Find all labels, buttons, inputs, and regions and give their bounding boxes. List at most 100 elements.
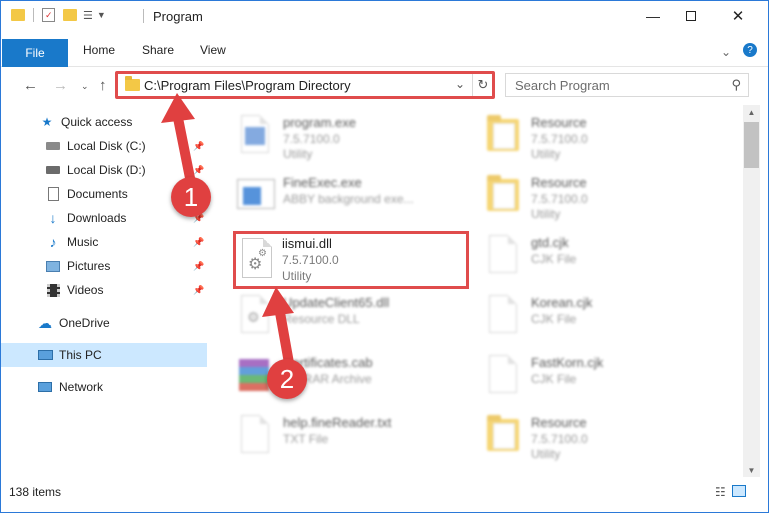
sidebar-item-label: Downloads	[67, 211, 127, 225]
sidebar-item-label: Local Disk (C:)	[67, 139, 146, 153]
documents-icon	[45, 186, 61, 202]
up-button[interactable]: ↑	[99, 77, 107, 94]
list-item[interactable]: Resource 7.5.7100.0 Utility	[483, 409, 723, 465]
file-type: CJK File	[531, 372, 577, 386]
sidebar-item-local-disk-d[interactable]: Local Disk (D:) 📌	[1, 158, 207, 182]
network-icon	[37, 379, 53, 395]
sidebar-item-videos[interactable]: Videos 📌	[1, 278, 207, 302]
quick-access-toolbar: ✓ ☰ ▼	[11, 8, 106, 22]
file-type: Utility	[531, 207, 561, 221]
explorer-window: ✓ ☰ ▼ Program — ✕ File Home Share View ⌄…	[0, 0, 769, 513]
pin-icon: 📌	[193, 164, 205, 175]
sidebar-item-label: Pictures	[67, 259, 111, 273]
highlighted-file-iismui[interactable]: ⚙ ⚙ iismui.dll 7.5.7100.0 Utility	[233, 231, 469, 289]
list-item[interactable]: FineExec.exe ABBY background exe...	[235, 169, 475, 225]
large-icons-view-icon[interactable]	[731, 485, 746, 497]
file-version: 7.5.7100.0	[283, 132, 340, 146]
sidebar-item-label: Local Disk (D:)	[67, 163, 146, 177]
properties-icon[interactable]: ✓	[42, 8, 55, 22]
file-version: 7.5.7100.0	[531, 132, 588, 146]
exe-file-icon	[235, 173, 275, 217]
sidebar-item-onedrive[interactable]: ☁ OneDrive	[1, 311, 207, 335]
maximize-icon	[686, 11, 696, 21]
tab-share[interactable]: Share	[142, 43, 174, 57]
sidebar-item-network[interactable]: Network	[1, 375, 207, 399]
folder-icon	[483, 173, 523, 217]
text-file-icon	[235, 413, 275, 457]
list-item[interactable]: Resource 7.5.7100.0 Utility	[483, 169, 723, 225]
tab-file[interactable]: File	[2, 39, 68, 67]
folder-icon	[11, 9, 25, 21]
sidebar-item-this-pc[interactable]: This PC	[1, 343, 207, 367]
customize-toolbar-icon[interactable]: ☰	[83, 9, 93, 22]
videos-icon	[45, 282, 61, 298]
list-item[interactable]: gtd.cjk CJK File	[483, 229, 723, 285]
expand-ribbon-icon[interactable]: ⌄	[721, 45, 731, 59]
search-icon[interactable]: ⚲	[731, 77, 741, 93]
exe-file-icon	[235, 113, 275, 157]
list-item[interactable]: Resource 7.5.7100.0 Utility	[483, 109, 723, 165]
close-button[interactable]: ✕	[715, 1, 761, 31]
sidebar-item-quick-access[interactable]: ★ Quick access	[1, 110, 207, 134]
chevron-down-icon[interactable]: ▼	[97, 10, 106, 20]
search-placeholder: Search Program	[515, 78, 610, 93]
scroll-up-icon[interactable]: ▲	[743, 105, 760, 119]
file-description: ABBY background exe...	[283, 192, 414, 206]
list-item[interactable]: FastKorn.cjk CJK File	[483, 349, 723, 405]
sidebar-item-label: Network	[59, 380, 104, 394]
back-button[interactable]: ←	[23, 77, 38, 94]
separator	[33, 8, 34, 22]
tab-view[interactable]: View	[200, 43, 226, 57]
file-version: 7.5.7100.0	[282, 253, 339, 267]
sidebar-item-label: Videos	[67, 283, 104, 297]
details-view-icon[interactable]: ☷	[715, 485, 726, 499]
sidebar-item-label: OneDrive	[59, 316, 110, 330]
list-item[interactable]: help.fineReader.txt TXT File	[235, 409, 475, 465]
sidebar-item-local-disk-c[interactable]: Local Disk (C:) 📌	[1, 134, 207, 158]
sidebar-item-label: Quick access	[61, 115, 133, 129]
file-name: Korean.cjk	[531, 295, 593, 310]
file-name: gtd.cjk	[531, 235, 569, 250]
star-icon: ★	[41, 115, 53, 129]
title-bar: ✓ ☰ ▼ Program — ✕	[1, 1, 768, 31]
ribbon: File Home Share View ⌄ ?	[1, 31, 768, 67]
tab-home[interactable]: Home	[83, 43, 115, 57]
new-folder-icon[interactable]	[63, 9, 77, 21]
file-version: 7.5.7100.0	[531, 192, 588, 206]
navigation-pane: ★ Quick access Local Disk (C:) 📌 Local D…	[1, 105, 207, 475]
search-input[interactable]: Search Program ⚲	[505, 73, 749, 97]
file-version: 7.5.7100.0	[531, 432, 588, 446]
item-count: 138 items	[9, 485, 62, 499]
sidebar-item-music[interactable]: ♪ Music 📌	[1, 230, 207, 254]
pictures-icon	[45, 258, 61, 274]
file-icon	[483, 293, 523, 337]
scroll-down-icon[interactable]: ▼	[743, 463, 760, 477]
file-type: Utility	[282, 269, 312, 283]
dll-file-icon: ⚙ ⚙	[238, 236, 278, 284]
recent-locations-button[interactable]: ⌄	[81, 81, 89, 92]
file-list: program.exe 7.5.7100.0 Utility FineExec.…	[207, 105, 743, 475]
help-icon[interactable]: ?	[743, 43, 757, 57]
dll-file-icon: ⚙	[235, 293, 275, 337]
file-type: Utility	[531, 147, 561, 161]
scroll-thumb[interactable]	[744, 122, 759, 168]
list-item[interactable]: program.exe 7.5.7100.0 Utility	[235, 109, 475, 165]
maximize-button[interactable]	[668, 1, 714, 31]
drive-icon	[45, 138, 61, 154]
file-name: program.exe	[283, 115, 356, 130]
folder-icon	[483, 113, 523, 157]
list-item[interactable]: ⚙ UpdateClient65.dll Resource DLL	[235, 289, 475, 345]
view-buttons: ☷	[715, 485, 746, 499]
pin-icon: 📌	[193, 284, 205, 295]
list-item[interactable]: Korean.cjk CJK File	[483, 289, 723, 345]
file-name: iismui.dll	[282, 236, 332, 251]
file-type: CJK File	[531, 312, 577, 326]
file-icon	[483, 233, 523, 277]
sidebar-item-pictures[interactable]: Pictures 📌	[1, 254, 207, 278]
file-name: FastKorn.cjk	[531, 355, 604, 370]
download-icon: ↓	[49, 210, 57, 226]
music-icon: ♪	[49, 234, 57, 250]
forward-button[interactable]: →	[53, 77, 68, 94]
window-title: Program	[153, 9, 203, 24]
vertical-scrollbar[interactable]: ▲ ▼	[743, 105, 760, 477]
